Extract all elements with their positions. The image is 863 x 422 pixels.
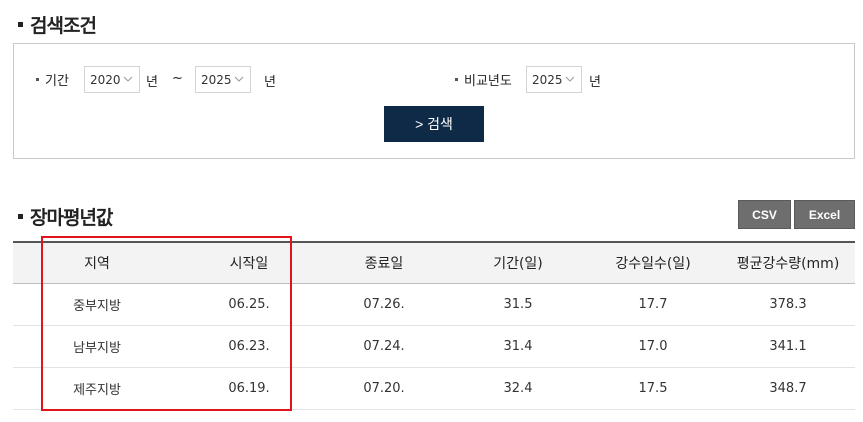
column-header-region: 지역 bbox=[13, 241, 181, 284]
cell-start-date: 06.23. bbox=[181, 325, 317, 368]
cell-end-date: 07.26. bbox=[317, 283, 451, 326]
to-year-select[interactable]: 2025 bbox=[195, 66, 251, 93]
cell-avg-precip: 341.1 bbox=[721, 325, 855, 368]
compare-year-value: 2025 bbox=[532, 72, 563, 87]
cell-avg-precip: 348.7 bbox=[721, 367, 855, 410]
chevron-down-icon bbox=[234, 76, 244, 82]
column-header-start-date: 시작일 bbox=[181, 241, 317, 284]
label-bullet-icon bbox=[36, 78, 39, 81]
excel-download-button[interactable]: Excel bbox=[794, 200, 855, 229]
period-label-text: 기간 bbox=[45, 74, 69, 89]
from-year-unit: 년 bbox=[146, 75, 158, 90]
table-header-row: 지역 시작일 종료일 기간(일) 강수일수(일) 평균강수량(mm) bbox=[13, 241, 855, 284]
column-header-avg-precip: 평균강수량(mm) bbox=[721, 241, 855, 284]
range-tilde: ~ bbox=[172, 71, 183, 86]
cell-end-date: 07.24. bbox=[317, 325, 451, 368]
cell-rain-days: 17.7 bbox=[585, 283, 721, 326]
search-section-title: 검색조건 bbox=[18, 11, 97, 38]
cell-region: 남부지방 bbox=[13, 325, 181, 368]
search-title-text: 검색조건 bbox=[30, 15, 97, 37]
from-year-select[interactable]: 2020 bbox=[84, 66, 140, 93]
cell-duration: 31.4 bbox=[451, 325, 585, 368]
cell-duration: 32.4 bbox=[451, 367, 585, 410]
search-button[interactable]: > 검색 bbox=[384, 106, 484, 142]
cell-rain-days: 17.0 bbox=[585, 325, 721, 368]
chevron-down-icon bbox=[565, 76, 575, 82]
compare-year-select[interactable]: 2025 bbox=[526, 66, 582, 93]
cell-avg-precip: 378.3 bbox=[721, 283, 855, 326]
search-panel: 기간 2020 년 ~ 2025 년 비교년도 2025 년 > 검색 bbox=[13, 43, 855, 159]
cell-duration: 31.5 bbox=[451, 283, 585, 326]
to-year-unit: 년 bbox=[264, 75, 276, 90]
result-table: 지역 시작일 종료일 기간(일) 강수일수(일) 평균강수량(mm) 중부지방 … bbox=[13, 241, 855, 410]
cell-end-date: 07.20. bbox=[317, 367, 451, 410]
from-year-value: 2020 bbox=[90, 72, 121, 87]
column-header-duration: 기간(일) bbox=[451, 241, 585, 284]
table-row: 중부지방 06.25. 07.26. 31.5 17.7 378.3 bbox=[13, 283, 855, 326]
cell-region: 중부지방 bbox=[13, 283, 181, 326]
column-header-end-date: 종료일 bbox=[317, 241, 451, 284]
cell-start-date: 06.19. bbox=[181, 367, 317, 410]
column-header-rain-days: 강수일수(일) bbox=[585, 241, 721, 284]
cell-region: 제주지방 bbox=[13, 367, 181, 410]
compare-year-label: 비교년도 bbox=[455, 70, 512, 89]
csv-download-button[interactable]: CSV bbox=[738, 200, 791, 229]
cell-rain-days: 17.5 bbox=[585, 367, 721, 410]
chevron-down-icon bbox=[123, 76, 133, 82]
title-bullet-icon bbox=[18, 22, 23, 27]
compare-year-unit: 년 bbox=[589, 75, 601, 90]
label-bullet-icon bbox=[455, 78, 458, 81]
compare-label-text: 비교년도 bbox=[464, 74, 512, 89]
to-year-value: 2025 bbox=[201, 72, 232, 87]
cell-start-date: 06.25. bbox=[181, 283, 317, 326]
title-bullet-icon bbox=[18, 214, 23, 219]
result-title-text: 장마평년값 bbox=[30, 207, 113, 229]
period-label: 기간 bbox=[36, 70, 69, 89]
table-row: 제주지방 06.19. 07.20. 32.4 17.5 348.7 bbox=[13, 367, 855, 410]
result-section-title: 장마평년값 bbox=[18, 203, 113, 230]
table-row: 남부지방 06.23. 07.24. 31.4 17.0 341.1 bbox=[13, 325, 855, 368]
